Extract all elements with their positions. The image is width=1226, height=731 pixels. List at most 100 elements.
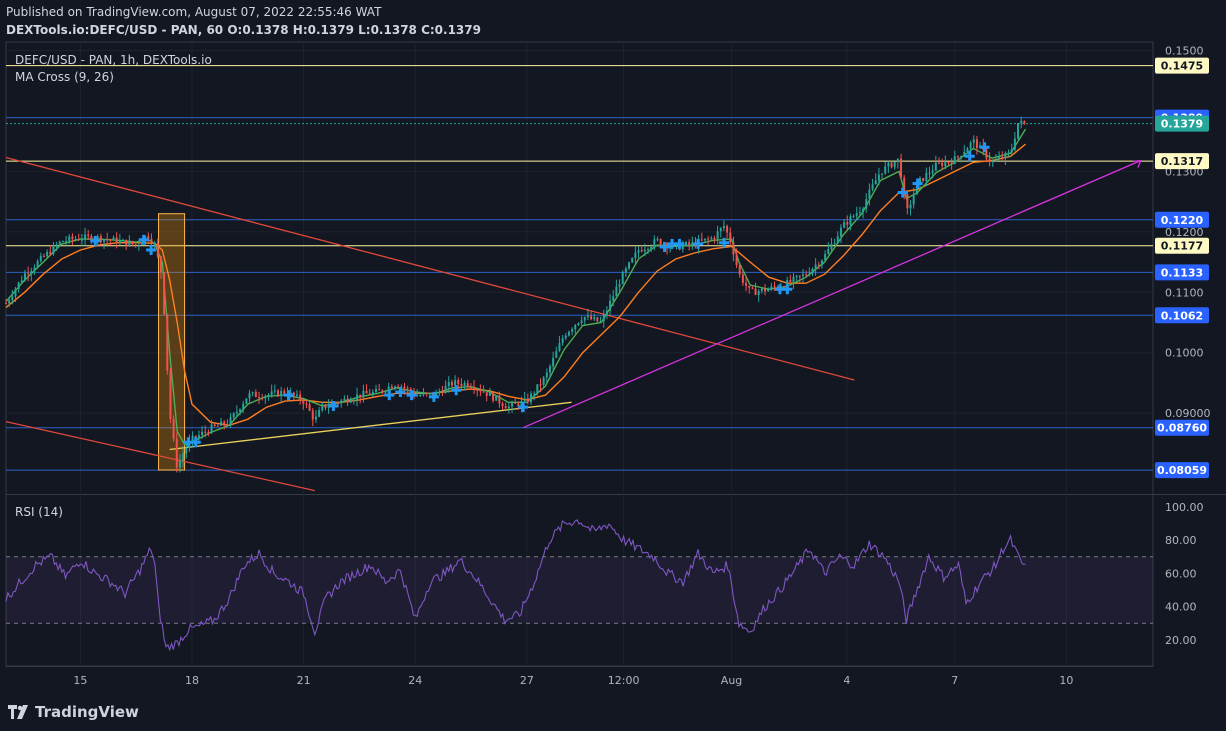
- candle-body: [235, 411, 238, 414]
- candle-body: [80, 239, 83, 241]
- candle-body: [479, 389, 482, 392]
- candle-body: [925, 172, 928, 181]
- candle-body: [295, 394, 298, 396]
- candle-body: [1020, 120, 1023, 124]
- candle-body: [966, 148, 969, 152]
- price-tick-label: 0.1100: [1165, 286, 1204, 299]
- candle-body: [564, 335, 567, 339]
- candle-body: [321, 404, 324, 411]
- candle-body: [530, 393, 533, 403]
- candle-body: [555, 351, 558, 358]
- candle-body: [732, 242, 735, 255]
- candle-body: [801, 274, 804, 276]
- candle-body: [210, 424, 213, 433]
- candle-body: [20, 280, 23, 283]
- candle-body: [153, 243, 156, 245]
- candle-body: [261, 397, 264, 399]
- cross-marker: [912, 178, 923, 189]
- candle-body: [239, 409, 242, 412]
- candle-body: [877, 174, 880, 181]
- candle-body: [488, 392, 491, 396]
- candle-body: [621, 272, 624, 284]
- candle-body: [937, 162, 940, 164]
- candle-body: [495, 395, 498, 401]
- candle-body: [156, 243, 159, 257]
- chart-canvas[interactable]: 0.15000.13000.12000.11000.10000.0900015 1…: [0, 0, 1226, 731]
- candle-body: [308, 404, 311, 411]
- candle-body: [650, 246, 653, 249]
- candle-body: [182, 453, 185, 461]
- candle-body: [466, 383, 469, 387]
- candle-body: [988, 158, 991, 162]
- candle-body: [352, 399, 355, 402]
- tradingview-logo[interactable]: TradingView: [8, 703, 139, 721]
- rsi-tick-label: 60.00: [1165, 567, 1197, 580]
- candle-body: [419, 395, 422, 397]
- candle-body: [684, 242, 687, 246]
- candle-body: [492, 392, 495, 401]
- rsi-tick-label: 40.00: [1165, 601, 1197, 614]
- candle-body: [469, 386, 472, 388]
- candle-body: [798, 275, 801, 277]
- candle-body: [58, 241, 61, 245]
- candle-body: [384, 391, 387, 393]
- candle-body: [46, 251, 49, 257]
- candle-body: [457, 380, 460, 384]
- time-tick-label: 24: [408, 674, 422, 687]
- candle-body: [125, 239, 128, 246]
- price-label: 0.1379: [1161, 118, 1203, 131]
- candle-body: [862, 208, 865, 213]
- candle-body: [258, 397, 261, 399]
- price-tick-label: 0.1200: [1165, 226, 1204, 239]
- candle-body: [909, 204, 912, 209]
- candle-body: [226, 424, 229, 426]
- candle-body: [871, 184, 874, 190]
- candle-body: [552, 357, 555, 367]
- candle-body: [764, 288, 767, 292]
- candle-body: [900, 158, 903, 178]
- candle-body: [827, 248, 830, 254]
- candle-body: [533, 393, 536, 395]
- candle-body: [511, 402, 514, 407]
- candle-body: [71, 236, 74, 240]
- candle-body: [615, 286, 618, 297]
- candle-body: [640, 250, 643, 252]
- candle-body: [55, 244, 58, 246]
- candle-body: [476, 389, 479, 391]
- candle-body: [276, 390, 279, 397]
- candle-body: [106, 239, 109, 241]
- candle-body: [112, 237, 115, 240]
- candle-body: [950, 162, 953, 164]
- candle-body: [852, 215, 855, 217]
- candle-body: [574, 324, 577, 330]
- candle-body: [849, 216, 852, 225]
- candle-body: [609, 300, 612, 311]
- candle-body: [375, 389, 378, 392]
- candle-body: [403, 386, 406, 389]
- time-tick-label: 12:00: [608, 674, 640, 687]
- candle-body: [128, 241, 131, 246]
- candle-body: [223, 421, 226, 425]
- rsi-tick-label: 20.00: [1165, 634, 1197, 647]
- candle-body: [270, 391, 273, 395]
- candle-body: [536, 384, 539, 394]
- candle-body: [941, 162, 944, 166]
- candle-body: [349, 401, 352, 403]
- candle-body: [659, 239, 662, 245]
- candle-body: [754, 288, 757, 295]
- candle-body: [858, 212, 861, 214]
- candle-body: [178, 460, 181, 468]
- candle-body: [96, 236, 99, 240]
- candle-body: [23, 273, 26, 281]
- price-label: 0.08059: [1157, 464, 1207, 477]
- time-tick-label: 4: [843, 674, 850, 687]
- candle-body: [539, 384, 542, 386]
- candle-body: [242, 403, 245, 410]
- candle-body: [865, 199, 868, 209]
- candle-body: [36, 261, 39, 268]
- candle-body: [855, 213, 858, 216]
- candle-body: [87, 234, 90, 237]
- candle-body: [960, 155, 963, 157]
- candle-body: [216, 425, 219, 427]
- candle-body: [596, 317, 599, 322]
